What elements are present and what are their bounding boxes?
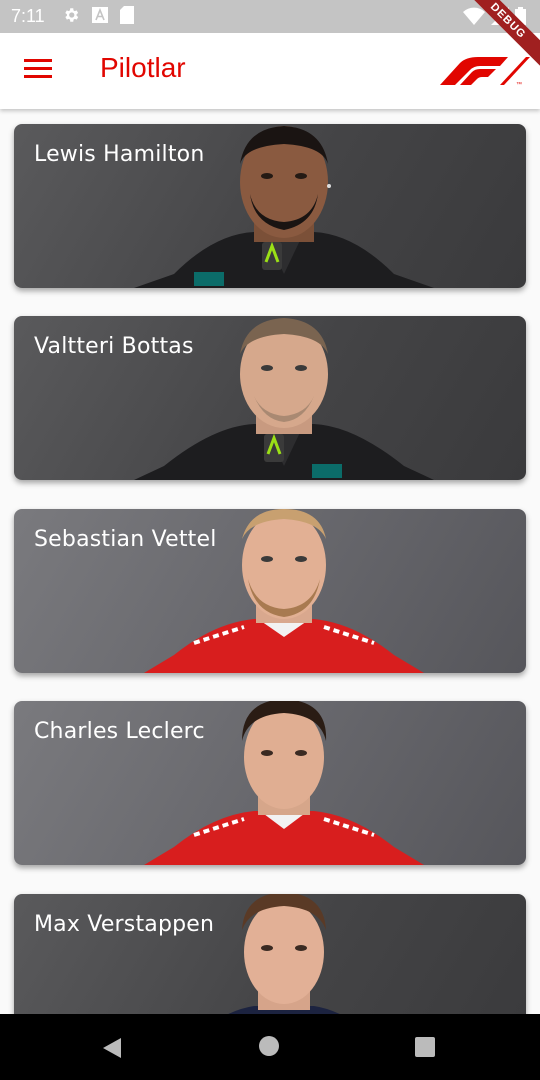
driver-card[interactable]: Max Verstappen <box>14 894 526 1014</box>
back-icon[interactable] <box>101 1036 123 1060</box>
system-nav-bar <box>0 1014 540 1080</box>
driver-list[interactable]: Lewis Hamilton Valtteri Bottas Sebastian… <box>0 109 540 1014</box>
driver-name: Sebastian Vettel <box>34 527 217 552</box>
sd-card-icon <box>120 6 134 24</box>
driver-name: Lewis Hamilton <box>34 142 205 167</box>
recents-icon[interactable] <box>415 1037 435 1057</box>
f1-logo-icon: ™ <box>440 57 530 87</box>
driver-name: Valtteri Bottas <box>34 334 194 359</box>
gear-icon <box>65 8 79 22</box>
driver-card[interactable]: Charles Leclerc <box>14 701 526 865</box>
page-title: Pilotlar <box>100 52 186 83</box>
app-bar: Pilotlar ™ <box>0 33 540 109</box>
status-bar: 7:11 <box>0 0 540 33</box>
status-time: 7:11 <box>11 6 45 26</box>
driver-name: Max Verstappen <box>34 912 215 937</box>
driver-card[interactable]: Lewis Hamilton <box>14 124 526 288</box>
menu-button[interactable] <box>24 59 54 83</box>
font-a-icon <box>92 7 108 23</box>
hamburger-line <box>24 75 52 78</box>
hamburger-line <box>24 59 52 62</box>
hamburger-line <box>24 67 52 70</box>
svg-text:™: ™ <box>516 81 522 87</box>
driver-name: Charles Leclerc <box>34 719 205 744</box>
wifi-icon <box>463 7 485 25</box>
driver-card[interactable]: Valtteri Bottas <box>14 316 526 480</box>
driver-card[interactable]: Sebastian Vettel <box>14 509 526 673</box>
home-icon[interactable] <box>259 1036 279 1056</box>
